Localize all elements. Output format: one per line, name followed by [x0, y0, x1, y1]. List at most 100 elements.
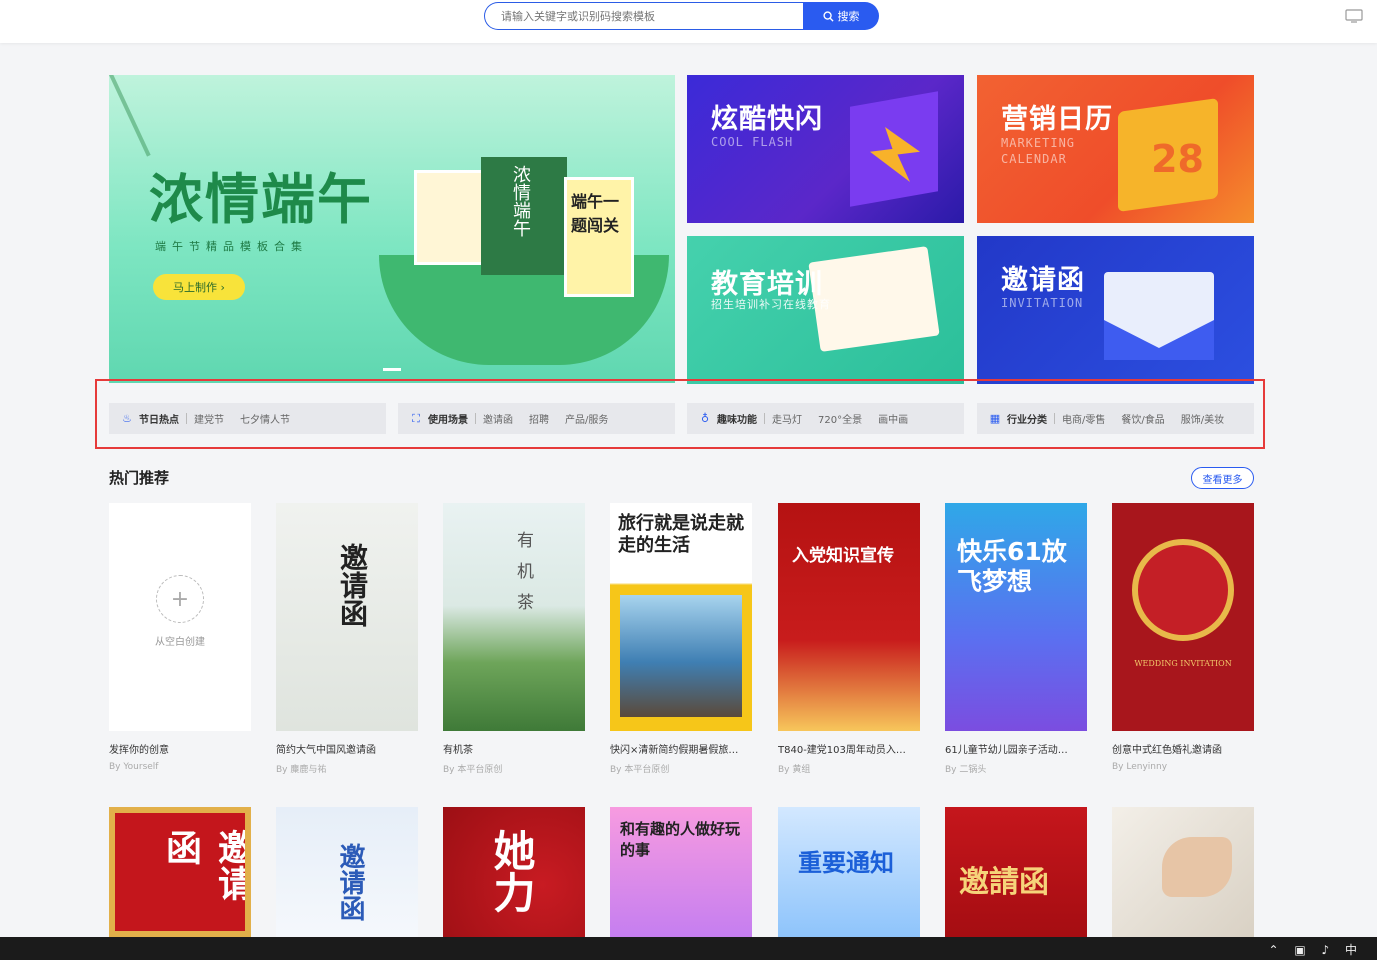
- card-name: 61儿童节幼儿园亲子活动…: [945, 745, 1068, 756]
- category-head: 节日热点: [139, 415, 179, 426]
- tile-title: 炫酷快闪: [711, 104, 823, 135]
- template-thumb[interactable]: 重要通知: [778, 807, 920, 937]
- card-thumb[interactable]: 有机茶: [443, 503, 585, 731]
- bamboo-decoration: [109, 75, 202, 157]
- hero-title: 浓情端午: [149, 167, 373, 231]
- hero-poster-middle-text: 浓情端午: [510, 165, 531, 237]
- card-thumb[interactable]: 邀请函: [276, 503, 418, 731]
- card-author: By Yourself: [109, 762, 159, 772]
- taskbar: ⌃ ▣ ♪ 中: [0, 937, 1377, 960]
- search-button[interactable]: 搜索: [803, 2, 879, 30]
- divider: [186, 413, 187, 424]
- card-thumb[interactable]: 入党知识宣传: [778, 503, 920, 731]
- search-bar: 搜索: [484, 2, 879, 30]
- category-item[interactable]: 产品/服务: [565, 411, 608, 426]
- blank-label: 从空白创建: [155, 637, 205, 648]
- category-features[interactable]: ♁ 趣味功能 走马灯 720°全景 画中画: [687, 403, 964, 434]
- category-item[interactable]: 画中画: [878, 411, 908, 426]
- hero-cta-label: 马上制作: [173, 281, 218, 294]
- hero-poster-middle: 浓情端午: [481, 157, 567, 275]
- tile-invitation[interactable]: 邀请函 INVITATION: [977, 236, 1254, 384]
- template-card[interactable]: 有机茶 有机茶 By 本平台原创: [443, 503, 585, 775]
- category-item[interactable]: 服饰/美妆: [1181, 411, 1224, 426]
- card-name: 简约大气中国风邀请函: [276, 745, 376, 756]
- category-scenes[interactable]: ⛶ 使用场景 邀请函 招聘 产品/服务: [398, 403, 675, 434]
- hero-banner[interactable]: 浓情端午 端午节精品模板合集 马上制作 › 浓情端午 端午一题闯关: [109, 75, 675, 383]
- card-author: By 二锅头: [945, 765, 987, 775]
- template-thumb[interactable]: [1112, 807, 1254, 937]
- tile-subtitle: MARKETING CALENDAR: [1001, 136, 1076, 166]
- thumb-text: 快乐61放飞梦想: [957, 537, 1067, 596]
- template-card[interactable]: 入党知识宣传 T840-建党103周年动员入… By 黄组: [778, 503, 920, 775]
- section-title: 热门推荐: [109, 469, 170, 487]
- thumb-text: 有机茶: [513, 531, 533, 624]
- category-item[interactable]: 电商/零售: [1062, 411, 1105, 426]
- plus-icon: +: [156, 575, 204, 623]
- bulb-icon: ♁: [700, 411, 710, 425]
- thumb-text: 她力: [487, 829, 536, 913]
- card-thumb[interactable]: WEDDING INVITATION: [1112, 503, 1254, 731]
- card-thumb[interactable]: 快乐61放飞梦想: [945, 503, 1087, 731]
- category-holidays[interactable]: ♨ 节日热点 建党节 七夕情人节: [109, 403, 386, 434]
- tile-education[interactable]: 教育培训 招生培训补习在线教育: [687, 236, 964, 384]
- thumb-text: 邀请函: [335, 843, 365, 921]
- template-thumb[interactable]: 邀請函: [945, 807, 1087, 937]
- system-tray-icons[interactable]: ⌃ ▣ ♪ 中: [1269, 941, 1364, 958]
- hero-cta-button[interactable]: 马上制作 ›: [153, 274, 245, 300]
- card-name: 有机茶: [443, 745, 473, 756]
- category-industry[interactable]: ▦ 行业分类 电商/零售 餐饮/食品 服饰/美妆: [977, 403, 1254, 434]
- hero-subtitle: 端午节精品模板合集: [155, 240, 308, 253]
- divider: [1054, 413, 1055, 424]
- search-input[interactable]: [484, 2, 803, 30]
- card-author: By 本平台原创: [610, 765, 670, 775]
- template-card[interactable]: 邀请函 简约大气中国风邀请函 By 麋鹿与祐: [276, 503, 418, 775]
- card-author: By 本平台原创: [443, 765, 503, 775]
- hero-poster-right: 端午一题闯关: [564, 177, 634, 297]
- category-item[interactable]: 720°全景: [818, 411, 862, 426]
- photo-area: [620, 595, 742, 717]
- template-thumb[interactable]: 邀请函: [276, 807, 418, 937]
- card-thumb[interactable]: 旅行就是说走就走的生活: [610, 503, 752, 731]
- tile-cool-flash[interactable]: 炫酷快闪 COOL FLASH: [687, 75, 964, 223]
- blank-thumb[interactable]: + 从空白创建: [109, 503, 251, 731]
- thumb-text: 入党知识宣传: [792, 546, 894, 566]
- calendar-day: 28: [1151, 137, 1204, 181]
- hero-poster-left: [414, 170, 484, 265]
- template-card[interactable]: 旅行就是说走就走的生活 快闪×清新简约假期暑假旅… By 本平台原创: [610, 503, 752, 775]
- thumb-text: 邀請函: [959, 865, 1049, 900]
- category-item[interactable]: 邀请函: [483, 411, 513, 426]
- card-name: T840-建党103周年动员入…: [778, 745, 906, 756]
- carousel-indicator[interactable]: [383, 368, 401, 371]
- thumb-text: 邀请函: [160, 829, 251, 901]
- thumb-text: 邀请函: [336, 543, 369, 627]
- category-item[interactable]: 建党节: [194, 411, 224, 426]
- tile-title: 邀请函: [1001, 265, 1085, 296]
- wedding-medallion: [1132, 539, 1234, 641]
- scan-icon: ⛶: [412, 411, 420, 425]
- template-card[interactable]: WEDDING INVITATION 创意中式红色婚礼邀请函 By Lenyin…: [1112, 503, 1254, 772]
- tile-title: 营销日历: [1001, 104, 1113, 135]
- template-card-blank[interactable]: + 从空白创建 发挥你的创意 By Yourself: [109, 503, 251, 772]
- tile-marketing-calendar[interactable]: 28 营销日历 MARKETING CALENDAR: [977, 75, 1254, 223]
- thumb-text: 重要通知: [798, 849, 894, 877]
- monitor-icon[interactable]: [1345, 9, 1363, 23]
- thumb-text: 和有趣的人做好玩的事: [620, 820, 741, 859]
- view-more-button[interactable]: 查看更多: [1191, 467, 1254, 489]
- search-icon: [822, 10, 834, 22]
- category-item[interactable]: 餐饮/食品: [1121, 411, 1164, 426]
- hero-poster-right-text: 端午一题闯关: [571, 192, 620, 235]
- card-author: By 麋鹿与祐: [276, 765, 327, 775]
- template-thumb[interactable]: 邀请函: [109, 807, 251, 937]
- card-name: 快闪×清新简约假期暑假旅…: [610, 745, 739, 756]
- category-item[interactable]: 走马灯: [772, 411, 802, 426]
- divider: [764, 413, 765, 424]
- template-thumb[interactable]: 和有趣的人做好玩的事: [610, 807, 752, 937]
- category-item[interactable]: 招聘: [529, 411, 549, 426]
- template-thumb[interactable]: 她力: [443, 807, 585, 937]
- template-card[interactable]: 快乐61放飞梦想 61儿童节幼儿园亲子活动… By 二锅头: [945, 503, 1087, 775]
- category-item[interactable]: 七夕情人节: [240, 411, 290, 426]
- thumb-text: 旅行就是说走就走的生活: [618, 513, 744, 556]
- card-author: By Lenyinny: [1112, 762, 1168, 772]
- search-button-label: 搜索: [837, 10, 860, 23]
- hand-writing-photo: [1162, 837, 1232, 897]
